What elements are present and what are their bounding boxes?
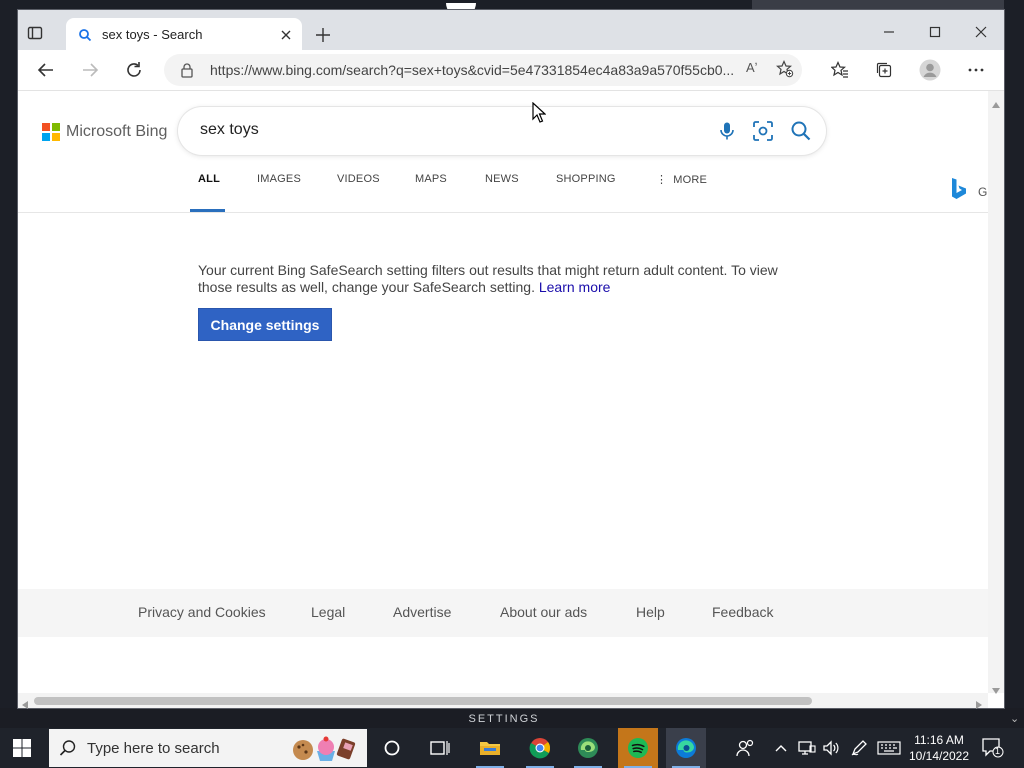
file-explorer-icon[interactable]: [470, 728, 510, 768]
tab-maps[interactable]: MAPS: [415, 173, 447, 185]
safesearch-notice: Your current Bing SafeSearch setting fil…: [198, 262, 798, 296]
bing-search-icon: [78, 28, 92, 47]
bing-logo[interactable]: Microsoft Bing: [42, 123, 167, 141]
vertical-scrollbar[interactable]: [988, 91, 1004, 694]
microsoft-logo-icon: [42, 123, 60, 141]
logo-text: Microsoft Bing: [66, 123, 168, 140]
tab-more[interactable]: ⋮ MORE: [656, 173, 707, 186]
browser-tab[interactable]: sex toys - Search: [66, 18, 302, 52]
favorites-icon[interactable]: [828, 58, 852, 82]
refresh-icon[interactable]: [122, 58, 146, 82]
tab-shopping[interactable]: SHOPPING: [556, 173, 616, 185]
taskbar-search-box[interactable]: Type here to search: [49, 729, 367, 767]
browser-window: sex toys - Search https://www.bing.com/s…: [18, 10, 1004, 709]
lock-icon[interactable]: [180, 62, 194, 83]
address-bar[interactable]: https://www.bing.com/search?q=sex+toys&c…: [164, 54, 802, 86]
footer-help-link[interactable]: Help: [636, 604, 665, 620]
settings-label: SETTINGS: [468, 713, 540, 725]
collections-icon[interactable]: [872, 58, 896, 82]
tab-more-label: MORE: [673, 174, 708, 186]
system-clock[interactable]: 11:16 AM 10/14/2022: [906, 732, 972, 764]
clock-date: 10/14/2022: [908, 749, 970, 763]
back-icon[interactable]: [34, 58, 58, 82]
microphone-icon[interactable]: [718, 121, 736, 146]
tab-images[interactable]: IMAGES: [257, 173, 301, 185]
search-input[interactable]: sex toys: [200, 121, 259, 139]
taskbar-search-placeholder: Type here to search: [87, 740, 220, 757]
web-page: Microsoft Bing sex toys ALL IMAGES VIDEO…: [18, 91, 988, 693]
notification-count: 1: [995, 746, 1001, 756]
visual-search-icon[interactable]: [752, 120, 774, 147]
horizontal-scroll-thumb[interactable]: [34, 697, 812, 705]
clock-time: 11:16 AM: [914, 733, 964, 747]
footer-privacy-link[interactable]: Privacy and Cookies: [138, 604, 266, 620]
toolbar: https://www.bing.com/search?q=sex+toys&c…: [18, 50, 1004, 91]
page-footer: Privacy and Cookies Legal Advertise Abou…: [18, 589, 988, 637]
footer-about-ads-link[interactable]: About our ads: [500, 604, 587, 620]
add-favorite-icon[interactable]: [775, 60, 794, 83]
volume-icon[interactable]: [816, 728, 846, 768]
sign-in-partial-text[interactable]: G: [978, 185, 987, 199]
tab-close-icon[interactable]: [276, 25, 296, 45]
search-highlight-illustration: [291, 735, 361, 763]
scroll-down-icon[interactable]: [992, 681, 1000, 699]
learn-more-link[interactable]: Learn more: [539, 279, 611, 295]
read-aloud-icon[interactable]: Aʼ: [746, 60, 758, 75]
scroll-up-icon[interactable]: [992, 95, 1000, 113]
footer-advertise-link[interactable]: Advertise: [393, 604, 451, 620]
footer-legal-link[interactable]: Legal: [311, 604, 345, 620]
spotify-icon[interactable]: [618, 728, 658, 768]
chevron-down-icon: ⌄: [1010, 713, 1020, 725]
more-dots-icon: ⋮: [656, 174, 668, 186]
edge-beta-icon[interactable]: [568, 728, 608, 768]
tab-videos[interactable]: VIDEOS: [337, 173, 380, 185]
maximize-icon[interactable]: [912, 20, 958, 44]
title-bar: sex toys - Search: [18, 10, 1004, 52]
mouse-cursor-icon: [532, 101, 547, 129]
cortana-icon[interactable]: [372, 728, 412, 768]
tab-actions-icon[interactable]: [24, 22, 46, 44]
bing-b-icon[interactable]: [950, 177, 968, 206]
header-divider: [18, 212, 988, 213]
scroll-left-icon[interactable]: [22, 696, 28, 714]
tab-all[interactable]: ALL: [198, 173, 220, 185]
horizontal-scrollbar[interactable]: [18, 693, 988, 709]
keyboard-icon[interactable]: [872, 728, 906, 768]
change-settings-button[interactable]: Change settings: [198, 308, 332, 341]
forward-icon[interactable]: [78, 58, 102, 82]
notification-icon[interactable]: 1: [982, 738, 1004, 763]
desktop-decoration: [752, 0, 1004, 9]
search-icon: [59, 739, 77, 762]
profile-avatar-icon[interactable]: [918, 58, 942, 82]
tab-title: sex toys - Search: [102, 27, 203, 42]
search-box[interactable]: sex toys: [178, 107, 826, 155]
pen-icon[interactable]: [844, 728, 874, 768]
search-icon[interactable]: [790, 120, 812, 147]
footer-feedback-link[interactable]: Feedback: [712, 604, 773, 620]
tab-news[interactable]: NEWS: [485, 173, 519, 185]
url-text[interactable]: https://www.bing.com/search?q=sex+toys&c…: [210, 62, 738, 78]
scroll-right-icon[interactable]: [976, 696, 982, 714]
windows-start-icon[interactable]: [12, 738, 32, 763]
taskbar: Type here to search 11:16 AM 10/14/2022 …: [0, 728, 1024, 768]
more-options-icon[interactable]: [964, 58, 988, 82]
notice-text: Your current Bing SafeSearch setting fil…: [198, 262, 778, 295]
people-icon[interactable]: [726, 728, 766, 768]
close-window-icon[interactable]: [958, 20, 1004, 44]
new-tab-icon[interactable]: [312, 24, 334, 46]
chrome-icon[interactable]: [520, 728, 560, 768]
minimize-icon[interactable]: [866, 20, 912, 44]
edge-icon[interactable]: [666, 728, 706, 768]
task-view-icon[interactable]: [420, 728, 460, 768]
